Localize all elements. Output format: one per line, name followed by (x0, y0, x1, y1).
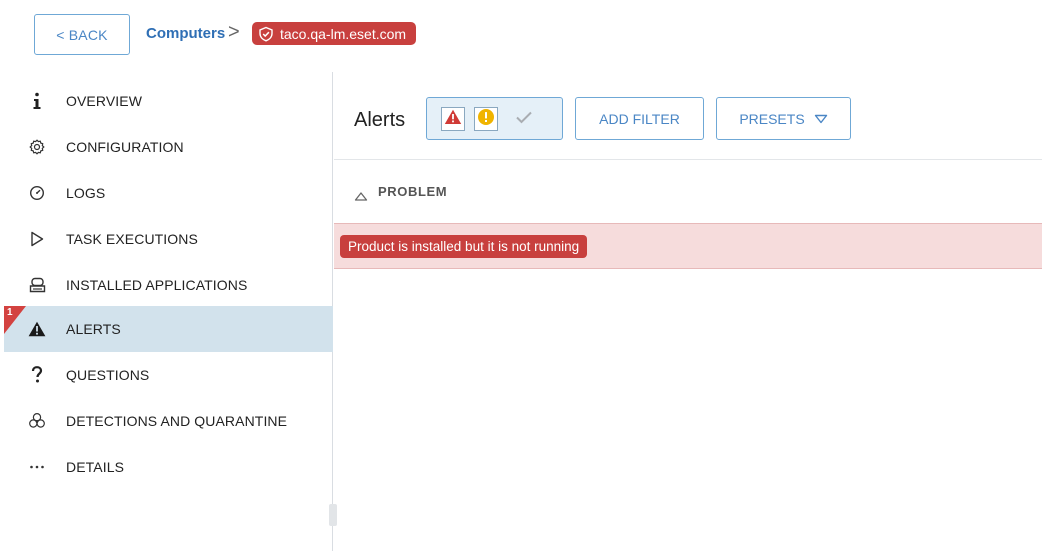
back-button[interactable]: < BACK (34, 14, 130, 55)
sidebar-item-questions[interactable]: QUESTIONS (4, 352, 333, 398)
installed-apps-icon (28, 276, 46, 294)
table-row[interactable]: Product is installed but it is not runni… (334, 223, 1042, 269)
biohazard-icon (28, 412, 46, 430)
clock-icon (28, 184, 46, 202)
alert-count-value: 1 (7, 307, 13, 318)
hostname-badge: taco.qa-lm.eset.com (252, 22, 417, 45)
info-icon (28, 92, 46, 110)
warning-icon (28, 320, 46, 338)
page-title: Alerts (354, 109, 406, 131)
check-icon (515, 110, 533, 129)
sidebar-item-task-executions[interactable]: TASK EXECUTIONS (4, 216, 333, 262)
ellipsis-icon (28, 458, 46, 476)
sidebar: OVERVIEW CONFIGURATION LOGS TASK EXECUTI… (0, 72, 337, 551)
exclamation-circle-icon (477, 108, 495, 131)
sidebar-item-alerts[interactable]: 1 ALERTS (4, 306, 333, 352)
breadcrumb-computers-link[interactable]: Computers (146, 25, 225, 42)
sidebar-item-label: DETECTIONS AND QUARANTINE (66, 413, 288, 429)
hostname-label: taco.qa-lm.eset.com (280, 25, 407, 42)
sidebar-item-details[interactable]: DETAILS (4, 444, 333, 490)
shield-check-icon (258, 26, 274, 42)
sidebar-item-label: LOGS (66, 185, 106, 201)
sidebar-item-label: CONFIGURATION (66, 139, 184, 155)
sidebar-item-label: DETAILS (66, 459, 125, 475)
sidebar-item-label: INSTALLED APPLICATIONS (66, 277, 248, 293)
sidebar-item-installed-applications[interactable]: INSTALLED APPLICATIONS (4, 262, 333, 308)
sidebar-item-label: ALERTS (66, 321, 121, 337)
main-panel: Alerts ADD FILTER PRESETS PROBLEM Produc… (334, 72, 1042, 551)
severity-ok-toggle[interactable] (512, 107, 536, 131)
question-icon (28, 366, 46, 384)
sidebar-item-detections-and-quarantine[interactable]: DETECTIONS AND QUARANTINE (4, 398, 333, 444)
sidebar-item-label: QUESTIONS (66, 367, 150, 383)
sidebar-item-configuration[interactable]: CONFIGURATION (4, 124, 333, 170)
sidebar-item-label: OVERVIEW (66, 93, 143, 109)
severity-filter-group (426, 97, 563, 140)
gear-icon (28, 138, 46, 156)
chevron-down-icon (814, 111, 828, 127)
severity-critical-toggle[interactable] (441, 107, 465, 131)
breadcrumb-separator: > (228, 21, 240, 43)
sidebar-item-overview[interactable]: OVERVIEW (4, 78, 333, 124)
warning-triangle-icon (444, 109, 462, 130)
top-bar: < BACK Computers > taco.qa-lm.eset.com (0, 0, 1042, 72)
sidebar-item-logs[interactable]: LOGS (4, 170, 333, 216)
severity-warning-toggle[interactable] (474, 107, 498, 131)
column-header-problem[interactable]: PROBLEM (334, 160, 1042, 223)
sidebar-item-label: TASK EXECUTIONS (66, 231, 198, 247)
play-icon (28, 230, 46, 248)
presets-label: PRESETS (739, 110, 805, 127)
problem-cell: Product is installed but it is not runni… (340, 235, 588, 258)
sort-ascending-icon (354, 188, 368, 206)
presets-dropdown[interactable]: PRESETS (716, 97, 851, 140)
add-filter-button[interactable]: ADD FILTER (575, 97, 704, 140)
column-header-label: PROBLEM (378, 184, 448, 199)
